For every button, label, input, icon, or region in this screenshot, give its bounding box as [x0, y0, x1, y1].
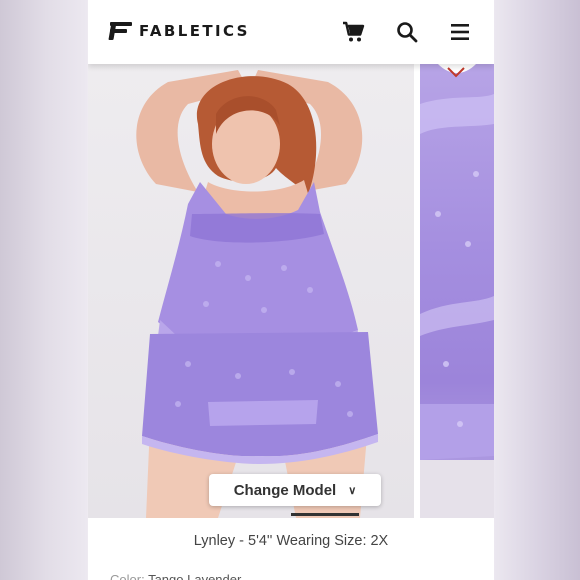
fabletics-logo-icon: [108, 22, 132, 40]
product-photo-next[interactable]: [420, 64, 494, 518]
app-screen: FABLETICS Change Model ∨ Lynley - 5'4'' …: [88, 0, 494, 580]
brand-logo[interactable]: FABLETICS: [108, 22, 250, 40]
product-photo-main[interactable]: [88, 64, 414, 518]
menu-icon[interactable]: [448, 20, 472, 44]
change-model-label: Change Model: [233, 481, 337, 499]
change-model-button[interactable]: Change Model ∨: [209, 474, 381, 506]
site-header: FABLETICS: [88, 0, 494, 64]
model-photo: [136, 70, 378, 518]
cart-icon[interactable]: [342, 20, 366, 44]
carousel-indicator: [291, 513, 359, 516]
color-label: Color:: [110, 572, 145, 580]
model-size-caption: Lynley - 5'4'' Wearing Size: 2X: [193, 533, 389, 549]
chevron-down-icon: ∨: [348, 484, 357, 497]
product-image-carousel[interactable]: Change Model ∨: [88, 64, 494, 518]
fabric-detail-photo: [420, 64, 494, 518]
search-icon[interactable]: [395, 20, 419, 44]
brand-name: FABLETICS: [139, 22, 250, 40]
color-value: Tango Lavender: [148, 572, 242, 580]
color-selection: Color: Tango Lavender: [110, 572, 241, 580]
